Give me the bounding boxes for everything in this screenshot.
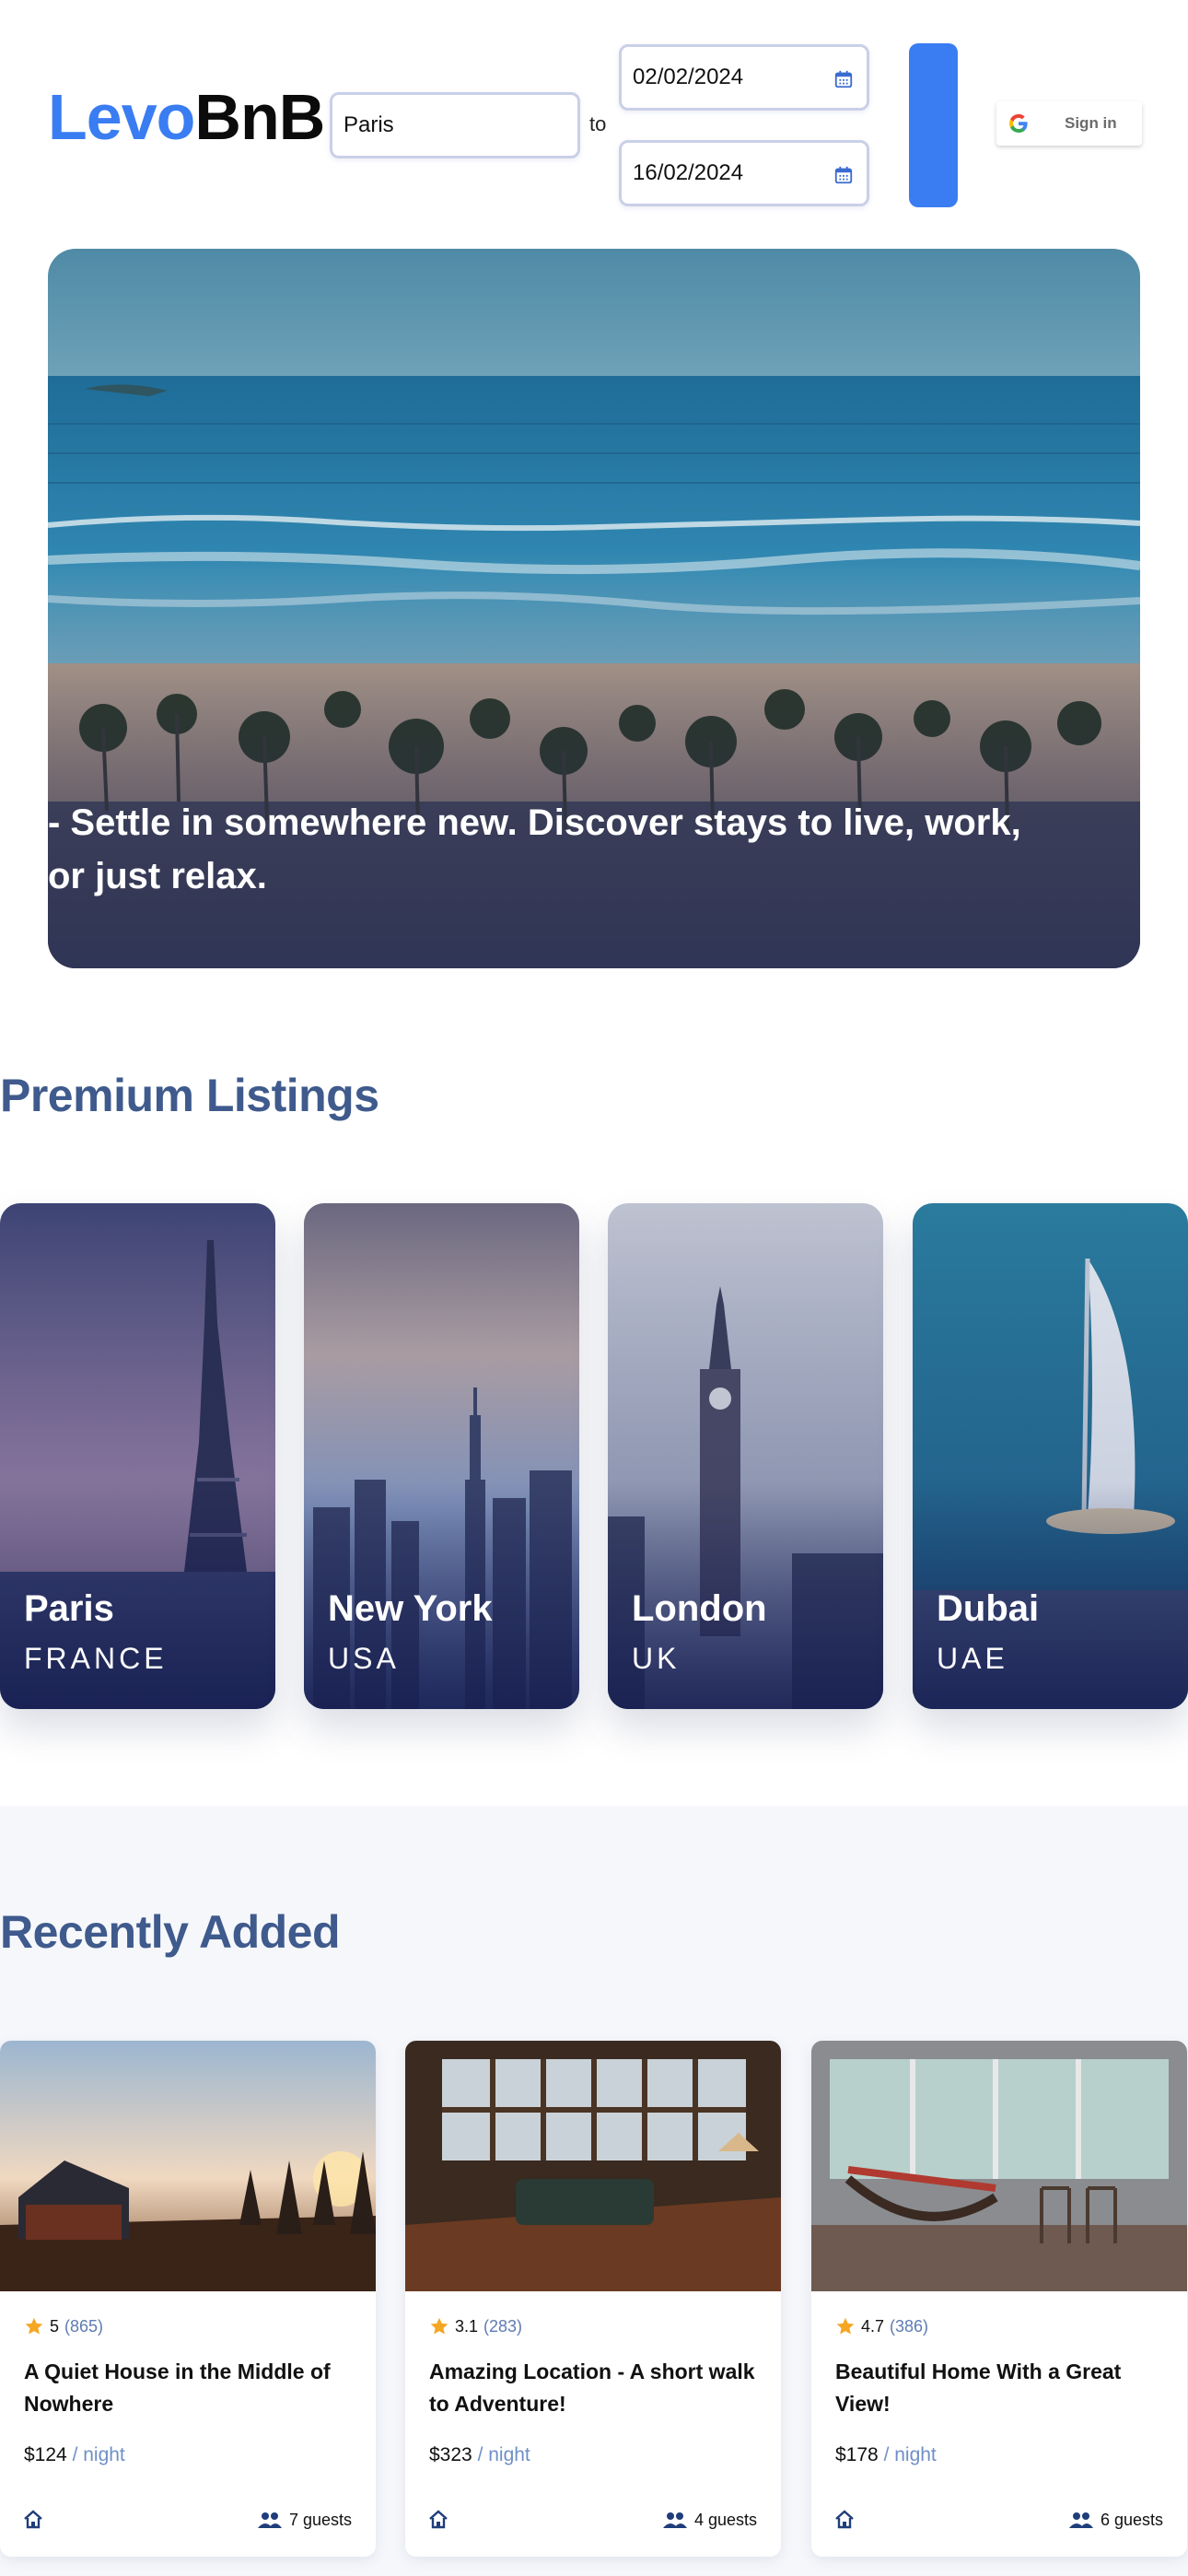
home-icon xyxy=(835,2510,854,2529)
card-city: Paris xyxy=(24,1588,114,1629)
rating: 3.1 (283) xyxy=(429,2316,522,2336)
review-count: (386) xyxy=(890,2316,929,2336)
guests-label: 7 guests xyxy=(288,2511,352,2529)
hero-caption: - Settle in somewhere new. Discover stay… xyxy=(48,802,1021,896)
check-out-date-field[interactable] xyxy=(619,140,869,206)
home-icon xyxy=(429,2510,448,2529)
listing-card[interactable]: 3.1 (283) Amazing Location - A short wal… xyxy=(405,2041,781,2557)
calendar-icon[interactable] xyxy=(833,69,854,89)
date-range-to-label: to xyxy=(589,112,607,135)
card-country: UAE xyxy=(937,1642,1008,1675)
price-amount: $124 xyxy=(24,2444,67,2465)
listing-price: $124 / night xyxy=(24,2444,125,2466)
hero-banner: - Settle in somewhere new. Discover stay… xyxy=(48,249,1140,968)
logo[interactable]: LevoBnB xyxy=(48,85,325,149)
card-country: USA xyxy=(328,1642,400,1675)
rating: 5 (865) xyxy=(24,2316,103,2336)
premium-card-dubai[interactable]: Dubai UAE xyxy=(913,1203,1188,1709)
card-country: UK xyxy=(632,1642,681,1675)
guests-label: 4 guests xyxy=(693,2511,757,2529)
card-overlay xyxy=(304,1203,579,1709)
rating: 4.7 (386) xyxy=(835,2316,928,2336)
listing-price: $323 / night xyxy=(429,2444,530,2466)
guests-icon xyxy=(257,2512,282,2528)
recently-added-title: Recently Added xyxy=(0,1906,341,1958)
listing-title[interactable]: Beautiful Home With a Great View! xyxy=(835,2356,1167,2420)
star-icon xyxy=(25,2317,43,2335)
google-sign-in-button[interactable]: Sign in xyxy=(996,101,1142,146)
premium-listings-title: Premium Listings xyxy=(0,1070,379,1121)
listing-photo xyxy=(405,2041,781,2291)
destination-input[interactable] xyxy=(344,112,577,138)
sign-in-label: Sign in xyxy=(1065,114,1117,132)
google-icon xyxy=(1008,113,1028,134)
card-country: FRANCE xyxy=(24,1642,168,1675)
listing-photo xyxy=(0,2041,376,2291)
card-city: New York xyxy=(328,1588,493,1629)
guest-capacity: 4 guests xyxy=(662,2511,757,2530)
price-unit: / night xyxy=(883,2444,937,2465)
guests-icon xyxy=(662,2512,687,2528)
price-unit: / night xyxy=(72,2444,125,2465)
card-city: London xyxy=(632,1588,767,1629)
premium-card-paris[interactable]: Paris FRANCE xyxy=(0,1203,275,1709)
logo-part-bnb: BnB xyxy=(194,81,325,153)
home-icon xyxy=(24,2510,42,2529)
search-button[interactable] xyxy=(909,43,958,207)
rating-value: 4.7 xyxy=(861,2316,885,2336)
listing-price: $178 / night xyxy=(835,2444,937,2466)
card-city: Dubai xyxy=(937,1588,1040,1629)
guests-icon xyxy=(1068,2512,1093,2528)
guests-label: 6 guests xyxy=(1100,2511,1163,2529)
check-in-date-input[interactable] xyxy=(633,64,867,90)
price-unit: / night xyxy=(477,2444,530,2465)
review-count: (865) xyxy=(64,2316,104,2336)
review-count: (283) xyxy=(483,2316,523,2336)
premium-card-new-york[interactable]: New York USA xyxy=(304,1203,579,1709)
check-out-date-input[interactable] xyxy=(633,160,867,186)
listing-photo xyxy=(811,2041,1187,2291)
listing-title[interactable]: Amazing Location - A short walk to Adven… xyxy=(429,2356,761,2420)
guest-capacity: 7 guests xyxy=(257,2511,352,2530)
check-in-date-field[interactable] xyxy=(619,44,869,111)
price-amount: $323 xyxy=(429,2444,472,2465)
calendar-icon[interactable] xyxy=(833,165,854,185)
price-amount: $178 xyxy=(835,2444,879,2465)
destination-field[interactable] xyxy=(330,92,580,158)
star-icon xyxy=(430,2317,448,2335)
rating-value: 5 xyxy=(50,2316,60,2336)
card-overlay xyxy=(608,1203,883,1709)
premium-card-london[interactable]: London UK xyxy=(608,1203,883,1709)
guest-capacity: 6 guests xyxy=(1068,2511,1163,2530)
card-overlay xyxy=(0,1203,275,1709)
star-icon xyxy=(836,2317,855,2335)
listing-title[interactable]: A Quiet House in the Middle of Nowhere xyxy=(24,2356,355,2420)
logo-part-levo: Levo xyxy=(48,81,195,153)
listing-card[interactable]: 5 (865) A Quiet House in the Middle of N… xyxy=(0,2041,376,2557)
rating-value: 3.1 xyxy=(455,2316,479,2336)
card-overlay xyxy=(913,1203,1188,1709)
listing-card[interactable]: 4.7 (386) Beautiful Home With a Great Vi… xyxy=(811,2041,1187,2557)
header: LevoBnB to xyxy=(0,0,1188,240)
